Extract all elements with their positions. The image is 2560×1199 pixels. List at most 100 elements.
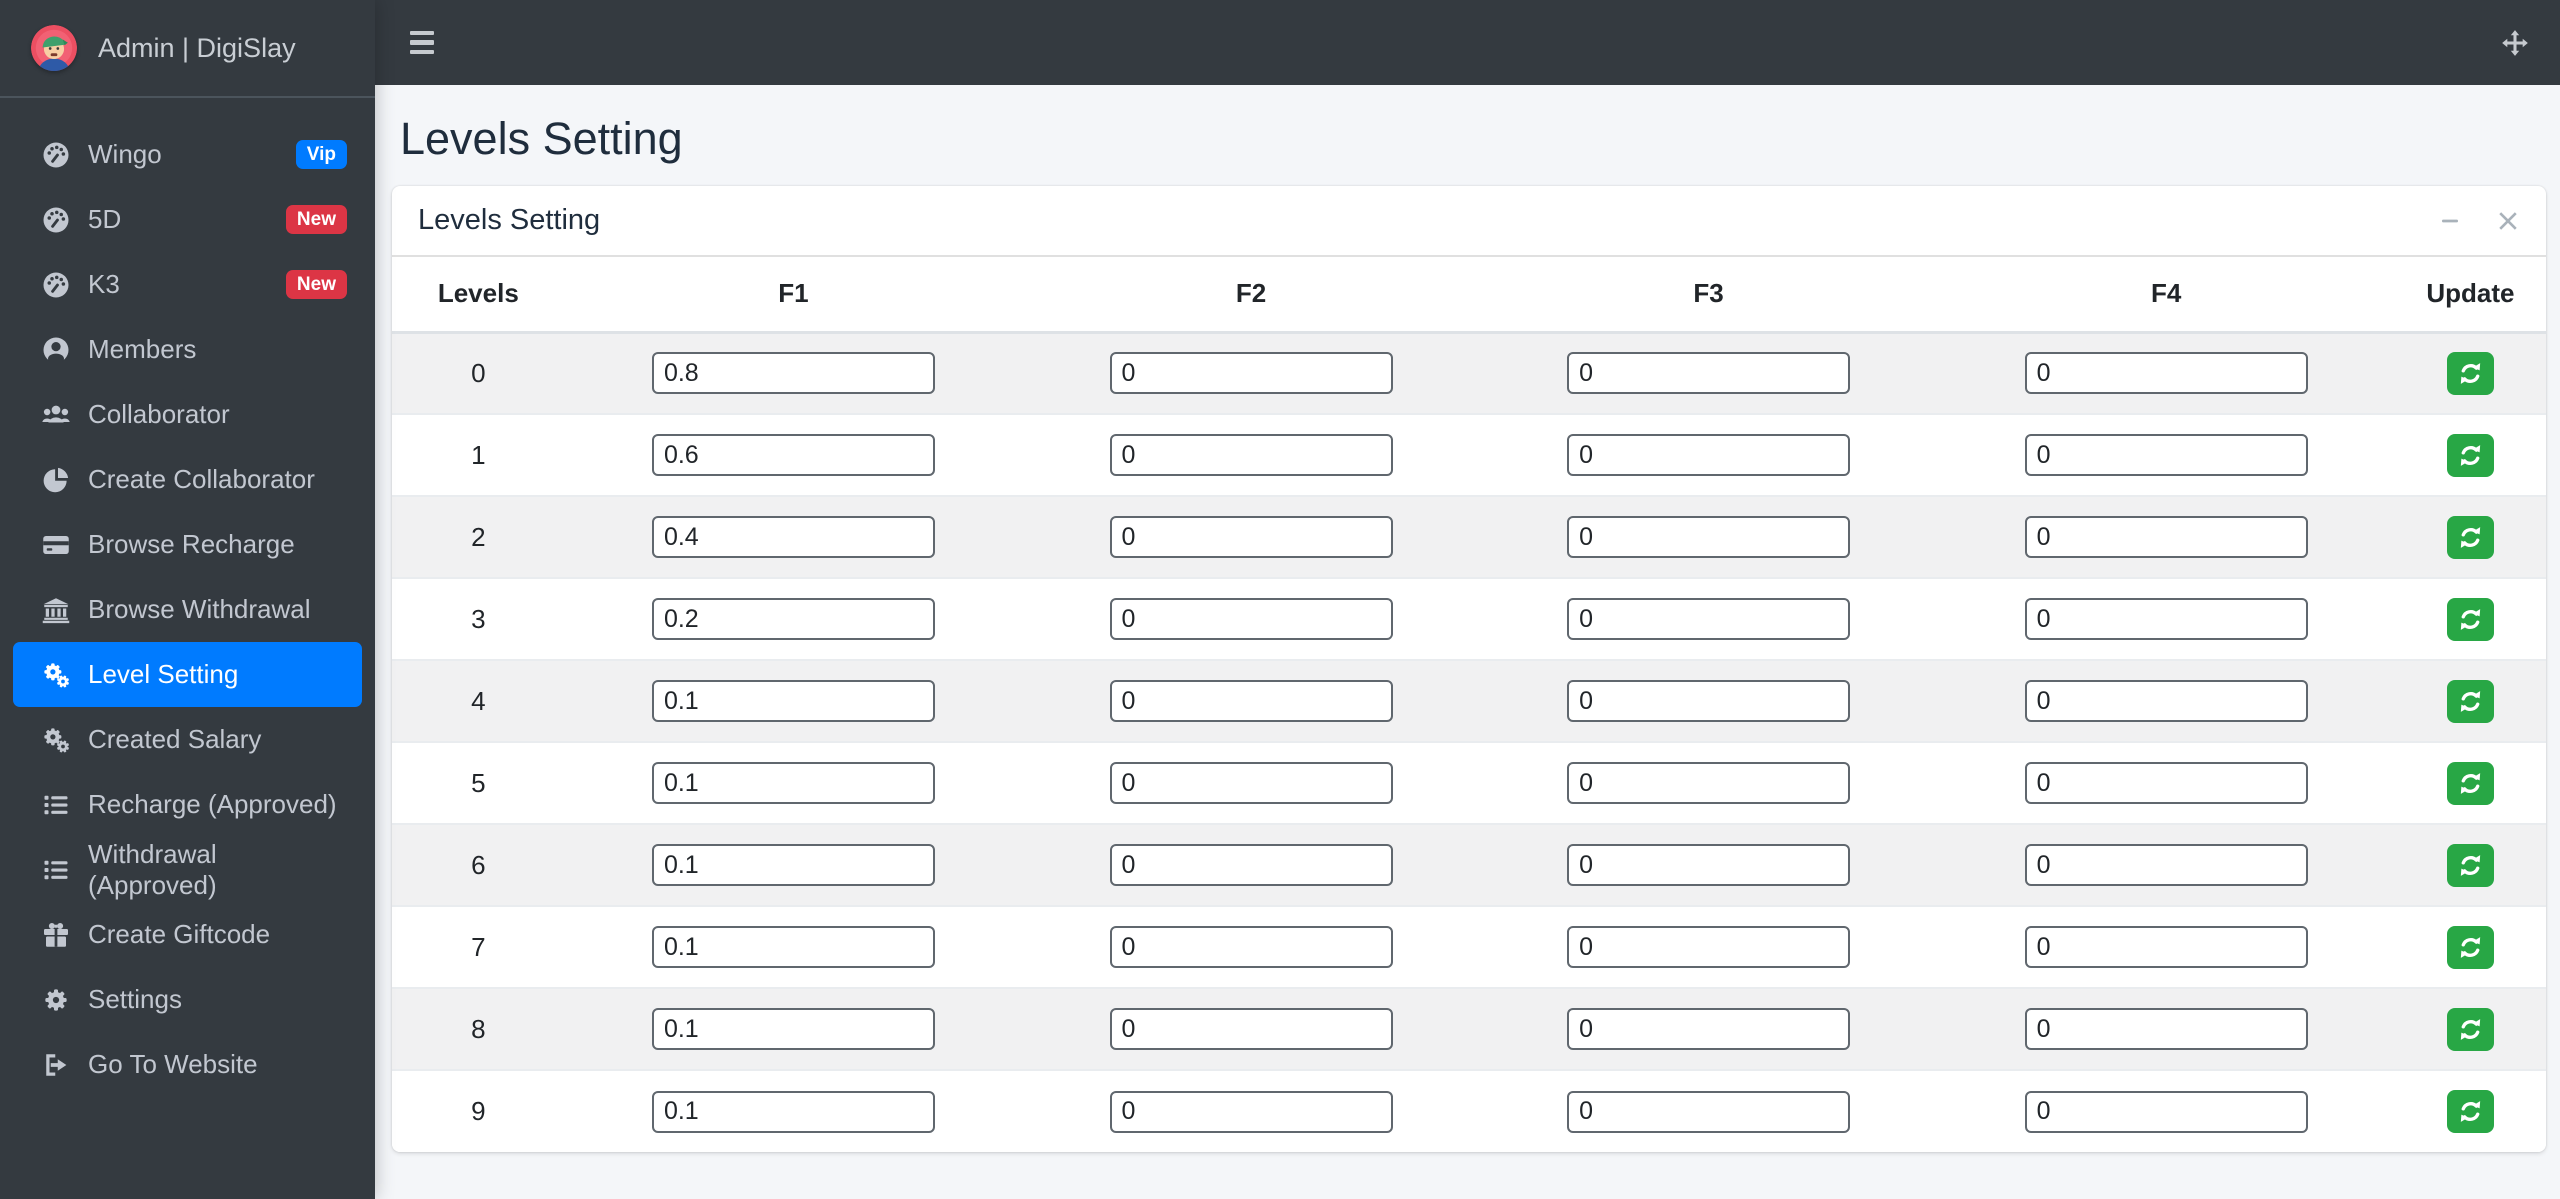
f3-input[interactable] <box>1567 598 1851 640</box>
f1-input[interactable] <box>651 1008 935 1050</box>
sidebar-item-create-collaborator[interactable]: Create Collaborator <box>13 447 362 512</box>
sidebar-item-recharge-approved[interactable]: Recharge (Approved) <box>13 772 362 837</box>
sidebar-item-created-salary[interactable]: Created Salary <box>13 707 362 772</box>
fullscreen-button[interactable] <box>2501 29 2529 57</box>
update-button[interactable] <box>2446 351 2494 395</box>
sidebar-item-k3[interactable]: K3 New <box>13 252 362 317</box>
collapse-button[interactable] <box>2438 209 2462 233</box>
level-cell: 5 <box>392 741 565 824</box>
table-row: 2 <box>392 495 2546 578</box>
f1-input[interactable] <box>651 352 935 395</box>
sidebar-item-level-setting[interactable]: Level Setting <box>13 642 362 707</box>
sidebar-item-collaborator[interactable]: Collaborator <box>13 382 362 447</box>
f2-input[interactable] <box>1109 434 1393 476</box>
f2-input[interactable] <box>1109 762 1393 804</box>
f2-input[interactable] <box>1109 516 1393 558</box>
f4-input[interactable] <box>2024 352 2308 395</box>
sidebar-item-label: 5D <box>88 204 122 234</box>
f3-input[interactable] <box>1567 1090 1851 1133</box>
update-button[interactable] <box>2446 433 2494 477</box>
update-button[interactable] <box>2446 1090 2494 1133</box>
tachometer-icon <box>39 140 73 170</box>
f1-input[interactable] <box>651 1090 935 1133</box>
sidebar-item-members[interactable]: Members <box>13 317 362 382</box>
column-header-f4: F4 <box>1937 257 2395 334</box>
f1-input[interactable] <box>651 680 935 722</box>
sign-out-icon <box>39 1050 73 1080</box>
f3-input[interactable] <box>1567 926 1851 968</box>
sync-icon <box>2457 360 2484 387</box>
f2-input[interactable] <box>1109 926 1393 968</box>
card-title: Levels Setting <box>418 204 601 236</box>
card-tools <box>2438 209 2520 233</box>
sidebar-item-create-giftcode[interactable]: Create Giftcode <box>13 902 362 967</box>
table-row: 3 <box>392 577 2546 660</box>
f4-input[interactable] <box>2024 926 2308 968</box>
update-button[interactable] <box>2446 843 2494 887</box>
f1-input[interactable] <box>651 516 935 558</box>
sync-icon <box>2457 770 2484 797</box>
sidebar-item-label: Go To Website <box>88 1049 258 1079</box>
f4-input[interactable] <box>2024 516 2308 558</box>
update-button[interactable] <box>2446 761 2494 805</box>
f2-input[interactable] <box>1109 1008 1393 1050</box>
f3-input[interactable] <box>1567 516 1851 558</box>
sidebar-item-browse-recharge[interactable]: Browse Recharge <box>13 512 362 577</box>
f3-input[interactable] <box>1567 352 1851 395</box>
f2-input[interactable] <box>1109 598 1393 640</box>
f3-input[interactable] <box>1567 434 1851 476</box>
sidebar-item-badge: New <box>285 270 347 299</box>
level-cell: 6 <box>392 823 565 906</box>
sidebar-item-5d[interactable]: 5D New <box>13 187 362 252</box>
sidebar-item-settings[interactable]: Settings <box>13 967 362 1032</box>
sidebar-item-withdrawal-approved[interactable]: Withdrawal (Approved) <box>13 837 362 902</box>
sidebar-item-label: Members <box>88 334 197 364</box>
f3-input[interactable] <box>1567 680 1851 722</box>
sidebar-item-go-to-website[interactable]: Go To Website <box>13 1032 362 1097</box>
menu-toggle-button[interactable] <box>406 27 438 59</box>
sidebar-item-wingo[interactable]: Wingo Vip <box>13 122 362 187</box>
f4-input[interactable] <box>2024 434 2308 476</box>
sidebar-item-label: Create Giftcode <box>88 919 271 949</box>
column-header-f2: F2 <box>1022 257 1480 334</box>
f2-input[interactable] <box>1109 352 1393 395</box>
sidebar-item-label: Browse Recharge <box>88 529 295 559</box>
f3-input[interactable] <box>1567 1008 1851 1050</box>
column-header-update: Update <box>2394 257 2546 334</box>
f1-input[interactable] <box>651 434 935 476</box>
f2-input[interactable] <box>1109 680 1393 722</box>
f4-input[interactable] <box>2024 680 2308 722</box>
f4-input[interactable] <box>2024 762 2308 804</box>
list-icon <box>39 855 73 885</box>
f2-input[interactable] <box>1109 844 1393 886</box>
sidebar-item-label: K3 <box>88 269 120 299</box>
level-cell: 0 <box>392 331 565 414</box>
f4-input[interactable] <box>2024 1008 2308 1050</box>
table-row: 5 <box>392 741 2546 824</box>
main-column: Levels Setting Levels Setting Levels F1 … <box>375 0 2560 1199</box>
f3-input[interactable] <box>1567 762 1851 804</box>
update-button[interactable] <box>2446 925 2494 969</box>
sidebar-item-label: Wingo <box>88 139 162 169</box>
table-row: 1 <box>392 413 2546 496</box>
f3-input[interactable] <box>1567 844 1851 886</box>
f1-input[interactable] <box>651 926 935 968</box>
f4-input[interactable] <box>2024 844 2308 886</box>
f4-input[interactable] <box>2024 1090 2308 1133</box>
app-window: Admin | DigiSlay Wingo Vip 5D New K3 New Membe… <box>0 0 2560 1199</box>
sync-icon <box>2457 524 2484 551</box>
f2-input[interactable] <box>1109 1090 1393 1133</box>
f1-input[interactable] <box>651 598 935 640</box>
update-button[interactable] <box>2446 679 2494 723</box>
update-button[interactable] <box>2446 597 2494 641</box>
avatar <box>31 25 77 71</box>
f1-input[interactable] <box>651 844 935 886</box>
update-button[interactable] <box>2446 1007 2494 1051</box>
level-cell: 7 <box>392 905 565 988</box>
sidebar-item-browse-withdrawal[interactable]: Browse Withdrawal <box>13 577 362 642</box>
f4-input[interactable] <box>2024 598 2308 640</box>
update-button[interactable] <box>2446 515 2494 559</box>
close-button[interactable] <box>2496 209 2520 233</box>
f1-input[interactable] <box>651 762 935 804</box>
sync-icon <box>2457 1016 2484 1043</box>
